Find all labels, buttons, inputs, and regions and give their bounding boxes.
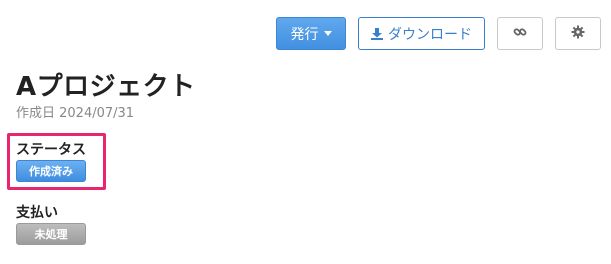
link-icon	[513, 25, 527, 43]
publish-label: 発行	[290, 26, 319, 43]
gear-icon	[571, 25, 585, 43]
payment-status-badge: 未処理	[16, 223, 86, 245]
link-button[interactable]	[497, 17, 543, 50]
download-label: ダウンロード	[388, 26, 472, 43]
download-icon	[371, 27, 383, 40]
created-date: 作成日 2024/07/31	[16, 106, 135, 121]
page-title: Aプロジェクト	[16, 72, 196, 102]
caret-down-icon	[323, 31, 332, 36]
download-button[interactable]: ダウンロード	[358, 17, 485, 50]
settings-button[interactable]	[555, 17, 601, 50]
status-label: ステータス	[16, 142, 86, 158]
toolbar: 発行 ダウンロード	[276, 17, 601, 50]
status-badge: 作成済み	[16, 160, 86, 182]
payment-label: 支払い	[16, 205, 58, 221]
publish-dropdown-button[interactable]: 発行	[276, 17, 346, 50]
